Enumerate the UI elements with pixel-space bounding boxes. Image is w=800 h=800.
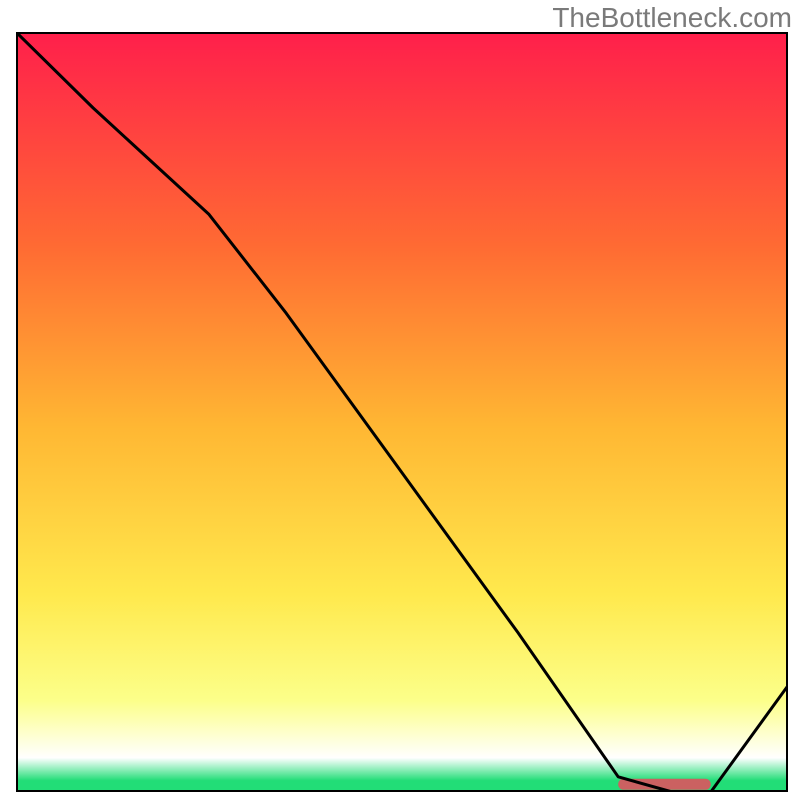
chart-svg [16, 32, 788, 792]
watermark-text: TheBottleneck.com [552, 2, 792, 34]
chart-canvas [16, 32, 788, 792]
